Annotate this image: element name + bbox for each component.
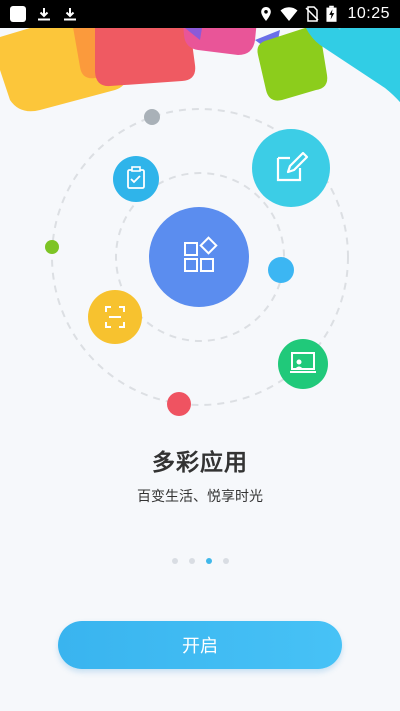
no-sim-icon (305, 6, 319, 22)
green-dot (45, 240, 59, 254)
page-title: 多彩应用 (152, 450, 248, 476)
start-button[interactable]: 开启 (58, 621, 342, 669)
page-subtitle: 百变生活、悦享时光 (137, 489, 263, 505)
page-dot (222, 558, 229, 564)
clipboard-check-icon (113, 156, 159, 202)
gray-dot (144, 109, 160, 125)
wifi-icon (280, 7, 298, 21)
presentation-icon (278, 339, 328, 389)
page-dot (188, 558, 195, 564)
page-dot-active (205, 558, 212, 564)
orbit-illustration (0, 80, 400, 440)
battery-charging-icon (326, 5, 337, 22)
page-indicator (0, 558, 400, 564)
scan-icon (88, 290, 142, 344)
location-icon (261, 7, 272, 21)
onboarding-screen: 10:25 多彩应用 百变生活、悦享时光 开启 (0, 0, 400, 711)
page-dot (171, 558, 178, 564)
edit-icon (252, 129, 330, 207)
status-bar: 10:25 (0, 0, 400, 28)
app-square-icon (10, 6, 26, 22)
red-dot (167, 392, 191, 416)
blue-dot (268, 257, 294, 283)
download-icon (38, 8, 50, 21)
status-time: 10:25 (347, 5, 390, 22)
apps-icon (149, 207, 249, 307)
download-icon (64, 8, 76, 21)
